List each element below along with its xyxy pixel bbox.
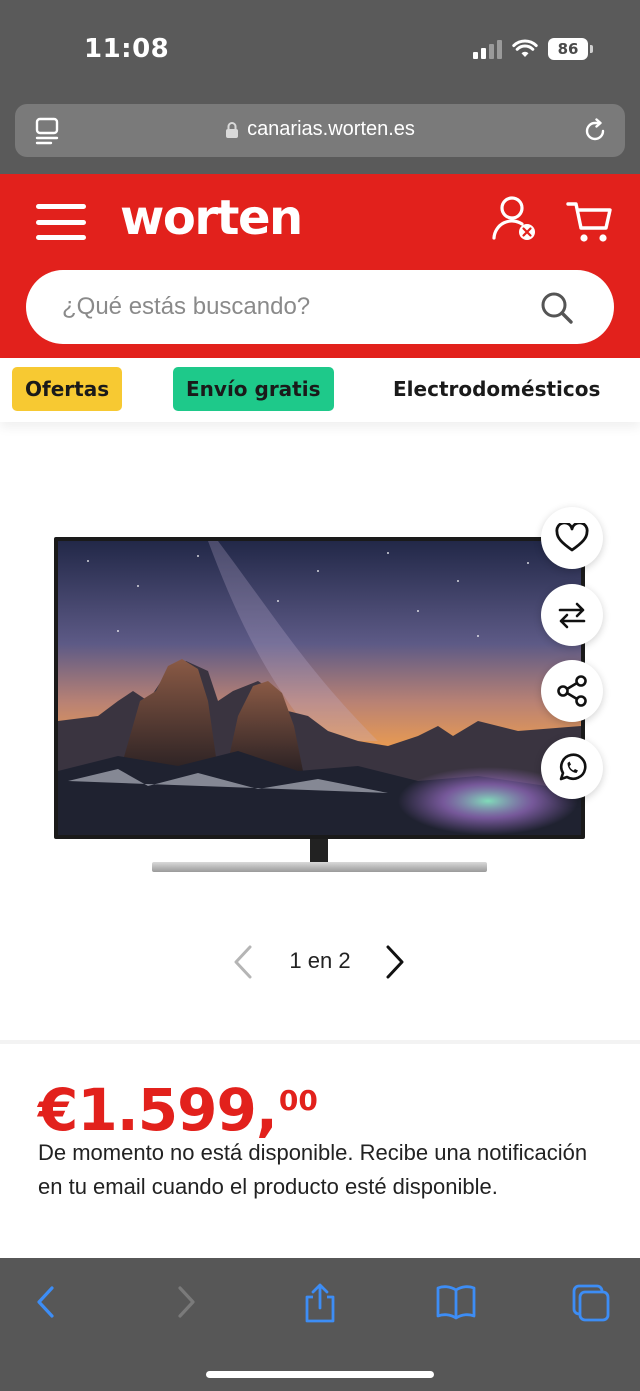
image-pager: 1 en 2	[0, 940, 640, 984]
reload-icon[interactable]	[581, 117, 609, 145]
wifi-icon	[512, 39, 538, 57]
chip-ofertas[interactable]: Ofertas	[12, 367, 123, 411]
section-divider	[0, 1040, 640, 1044]
battery-indicator: 86	[548, 38, 593, 60]
status-bar: 11:08 86	[0, 0, 640, 100]
cellular-signal-icon	[473, 39, 502, 59]
tv-screen-image	[58, 541, 581, 835]
pager-counter: 1 en 2	[289, 948, 351, 973]
share-icon	[557, 675, 587, 707]
tv-stand-base	[152, 862, 487, 872]
browser-bottom-bar	[0, 1258, 640, 1391]
category-chips: Ofertas Envío gratis Electrodomésticos	[0, 358, 640, 422]
status-time: 11:08	[84, 34, 170, 64]
lock-icon	[226, 121, 239, 138]
chevron-right-icon[interactable]	[380, 944, 410, 980]
search-bar	[26, 270, 614, 344]
wishlist-button[interactable]	[541, 507, 603, 569]
product-image[interactable]	[54, 537, 585, 839]
hamburger-menu-icon[interactable]	[36, 204, 86, 240]
chip-envio-gratis[interactable]: Envío gratis	[173, 367, 334, 411]
worten-logo[interactable]: worten	[120, 190, 303, 246]
search-input[interactable]	[62, 270, 522, 344]
product-price: €1.599, 00	[38, 1078, 318, 1142]
whatsapp-button[interactable]	[541, 737, 603, 799]
tabs-icon[interactable]	[570, 1282, 612, 1324]
whatsapp-icon	[559, 753, 587, 781]
share-button[interactable]	[541, 660, 603, 722]
price-main: €1.599,	[38, 1076, 278, 1144]
site-header: worten	[0, 174, 640, 358]
home-indicator	[206, 1371, 434, 1378]
back-icon[interactable]	[34, 1282, 58, 1322]
compare-icon	[558, 602, 586, 629]
share-sheet-icon[interactable]	[302, 1282, 338, 1324]
address-bar[interactable]: canarias.worten.es	[15, 104, 625, 157]
browser-toolbar: canarias.worten.es	[0, 100, 640, 174]
tv-stand-neck	[310, 839, 328, 863]
chip-electrodomesticos[interactable]: Electrodomésticos	[380, 367, 613, 411]
heart-icon	[555, 523, 589, 552]
status-indicators: 86	[473, 38, 593, 60]
user-account-icon[interactable]	[490, 194, 538, 244]
search-icon[interactable]	[540, 291, 574, 325]
availability-message: De momento no está disponible. Recibe un…	[38, 1140, 588, 1199]
cart-icon[interactable]	[566, 198, 614, 246]
compare-button[interactable]	[541, 584, 603, 646]
bookmarks-icon[interactable]	[435, 1282, 477, 1322]
forward-icon[interactable]	[174, 1282, 198, 1322]
price-cents: 00	[278, 1084, 318, 1117]
url-text[interactable]: canarias.worten.es	[247, 118, 415, 141]
